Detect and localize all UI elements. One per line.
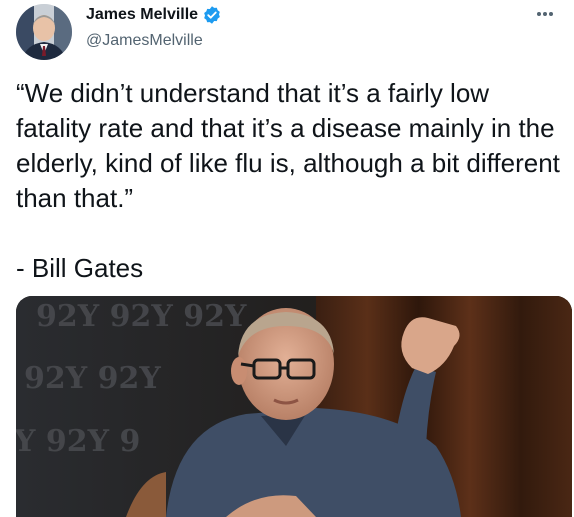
- avatar[interactable]: [16, 4, 72, 60]
- author-handle[interactable]: @JamesMelville: [86, 31, 203, 51]
- tweet-text: “We didn’t understand that it’s a fairly…: [16, 78, 560, 283]
- tweet-media[interactable]: 92Y 92Y 92Y 92Y 92Y Y 92Y 9: [16, 296, 572, 517]
- avatar-image: [16, 4, 72, 60]
- author-name[interactable]: James Melville: [86, 5, 222, 25]
- backdrop-text-row-3: Y 92Y 9: [16, 424, 140, 459]
- author-name-text: James Melville: [86, 6, 199, 23]
- verified-badge-icon: [202, 5, 222, 25]
- backdrop-text-row-1: 92Y 92Y 92Y: [36, 299, 247, 334]
- more-options-button[interactable]: [530, 2, 560, 26]
- media-image: 92Y 92Y 92Y 92Y 92Y Y 92Y 9: [16, 296, 572, 517]
- tweet: James Melville @JamesMelville “We didn’t…: [0, 0, 574, 517]
- more-options-icon: [537, 12, 553, 16]
- backdrop-text-row-2: 92Y 92Y: [24, 361, 161, 396]
